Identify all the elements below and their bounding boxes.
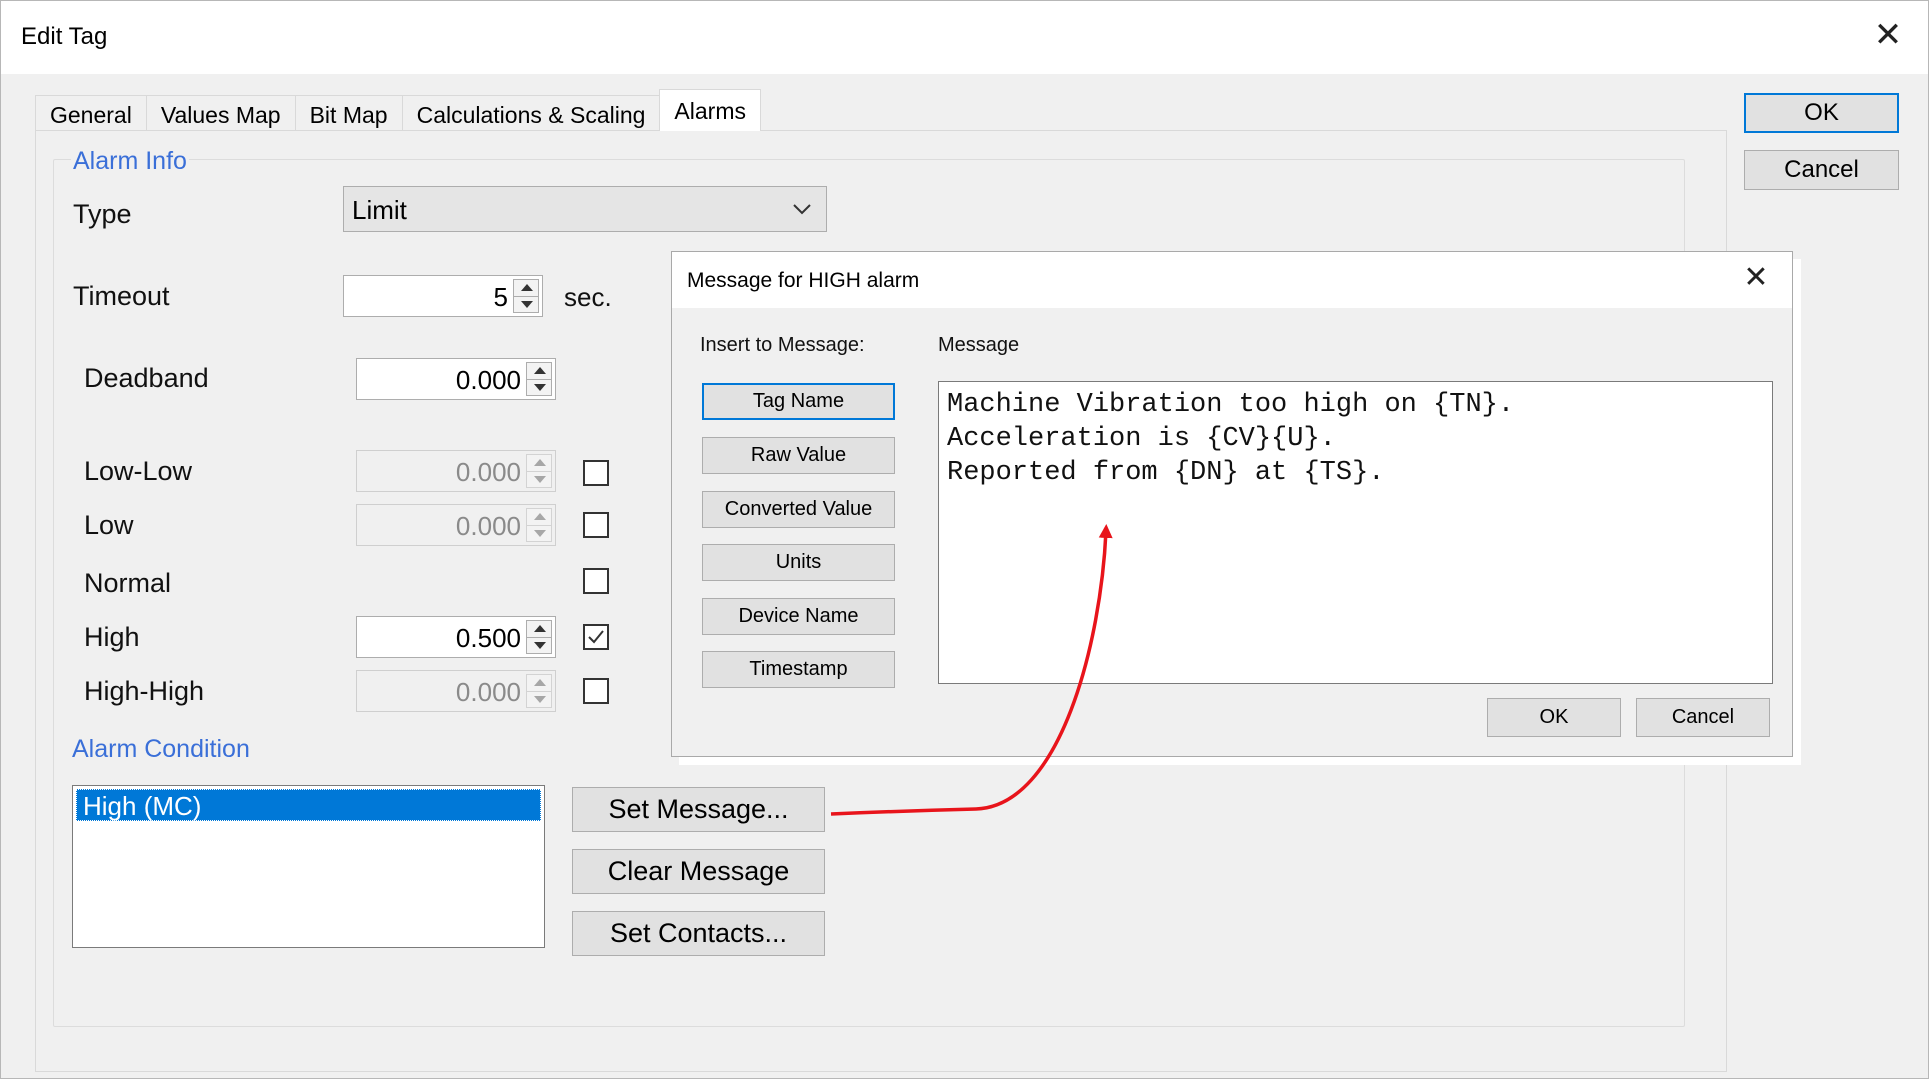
timeout-label: Timeout xyxy=(73,281,170,311)
timeout-value: 5 xyxy=(493,282,508,312)
alarm-condition-list[interactable]: High (MC) xyxy=(72,785,545,948)
message-dialog: Message for HIGH alarm ✕ Insert to Messa… xyxy=(671,251,1793,757)
tab-general[interactable]: General xyxy=(35,95,147,133)
message-dialog-title: Message for HIGH alarm xyxy=(687,269,920,292)
ok-button[interactable]: OK xyxy=(1744,93,1899,133)
spin-arrows-icon[interactable] xyxy=(513,279,539,313)
timeout-unit: sec. xyxy=(564,282,612,312)
cancel-button[interactable]: Cancel xyxy=(1744,150,1899,190)
normal-label: Normal xyxy=(84,568,172,598)
tab-values-map[interactable]: Values Map xyxy=(145,95,296,133)
low-checkbox[interactable] xyxy=(583,512,609,538)
spin-arrows-icon[interactable] xyxy=(526,362,552,396)
spin-arrows-icon[interactable] xyxy=(526,454,552,488)
tab-strip: General Values Map Bit Map Calculations … xyxy=(35,89,761,133)
checkmark-icon xyxy=(588,630,604,644)
message-label: Message xyxy=(938,334,1020,356)
high-high-spinbox[interactable]: 0.000 xyxy=(356,670,556,712)
alarm-condition-label: Alarm Condition xyxy=(72,735,250,763)
tab-alarms[interactable]: Alarms xyxy=(659,89,761,131)
insert-tag-name-button[interactable]: Tag Name xyxy=(702,383,895,420)
type-select-value: Limit xyxy=(352,195,407,225)
deadband-value: 0.000 xyxy=(455,365,521,395)
high-spinbox[interactable]: 0.500 xyxy=(356,616,556,658)
high-checkbox[interactable] xyxy=(583,624,609,650)
type-label: Type xyxy=(73,199,132,229)
message-line: Machine Vibration too high on {TN}. xyxy=(947,390,1515,420)
deadband-label: Deadband xyxy=(84,363,209,393)
low-low-value: 0.000 xyxy=(455,457,521,487)
message-line: Reported from {DN} at {TS}. xyxy=(947,458,1385,488)
list-item[interactable]: High (MC) xyxy=(76,789,541,821)
set-contacts-button[interactable]: Set Contacts... xyxy=(572,911,825,956)
clear-message-button[interactable]: Clear Message xyxy=(572,849,825,894)
low-low-label: Low-Low xyxy=(84,456,193,486)
tab-calculations-scaling[interactable]: Calculations & Scaling xyxy=(401,95,661,133)
spin-arrows-icon[interactable] xyxy=(526,674,552,708)
dialog-ok-button[interactable]: OK xyxy=(1487,698,1621,737)
deadband-spinbox[interactable]: 0.000 xyxy=(356,358,556,400)
dialog-cancel-button[interactable]: Cancel xyxy=(1636,698,1770,737)
chevron-down-icon xyxy=(793,204,811,215)
close-icon[interactable]: ✕ xyxy=(1866,13,1910,57)
low-low-spinbox[interactable]: 0.000 xyxy=(356,450,556,492)
message-textarea[interactable]: Machine Vibration too high on {TN}. Accel… xyxy=(938,381,1773,684)
alarm-info-legend: Alarm Info xyxy=(71,147,189,176)
window-title: Edit Tag xyxy=(21,23,108,50)
low-spinbox[interactable]: 0.000 xyxy=(356,504,556,546)
timeout-spinbox[interactable]: 5 xyxy=(343,275,543,317)
low-low-checkbox[interactable] xyxy=(583,460,609,486)
message-line: Acceleration is {CV}{U}. xyxy=(947,424,1336,454)
tab-bit-map[interactable]: Bit Map xyxy=(294,95,403,133)
spin-arrows-icon[interactable] xyxy=(526,508,552,542)
type-select[interactable]: Limit xyxy=(343,186,827,232)
insert-units-button[interactable]: Units xyxy=(702,544,895,581)
high-label: High xyxy=(84,622,140,652)
high-high-label: High-High xyxy=(84,676,205,706)
low-value: 0.000 xyxy=(455,511,521,541)
insert-converted-value-button[interactable]: Converted Value xyxy=(702,491,895,528)
high-high-value: 0.000 xyxy=(455,677,521,707)
high-high-checkbox[interactable] xyxy=(583,678,609,704)
close-icon[interactable]: ✕ xyxy=(1738,260,1774,296)
insert-to-message-label: Insert to Message: xyxy=(700,334,865,356)
low-label: Low xyxy=(84,510,134,540)
edit-tag-window: Edit Tag ✕ General Values Map Bit Map Ca… xyxy=(0,0,1929,1079)
high-value: 0.500 xyxy=(455,623,521,653)
insert-device-name-button[interactable]: Device Name xyxy=(702,598,895,635)
insert-timestamp-button[interactable]: Timestamp xyxy=(702,651,895,688)
insert-raw-value-button[interactable]: Raw Value xyxy=(702,437,895,474)
message-dialog-titlebar: Message for HIGH alarm ✕ xyxy=(672,252,1792,308)
spin-arrows-icon[interactable] xyxy=(526,620,552,654)
normal-checkbox[interactable] xyxy=(583,568,609,594)
set-message-button[interactable]: Set Message... xyxy=(572,787,825,832)
title-bar: Edit Tag ✕ xyxy=(1,1,1928,74)
